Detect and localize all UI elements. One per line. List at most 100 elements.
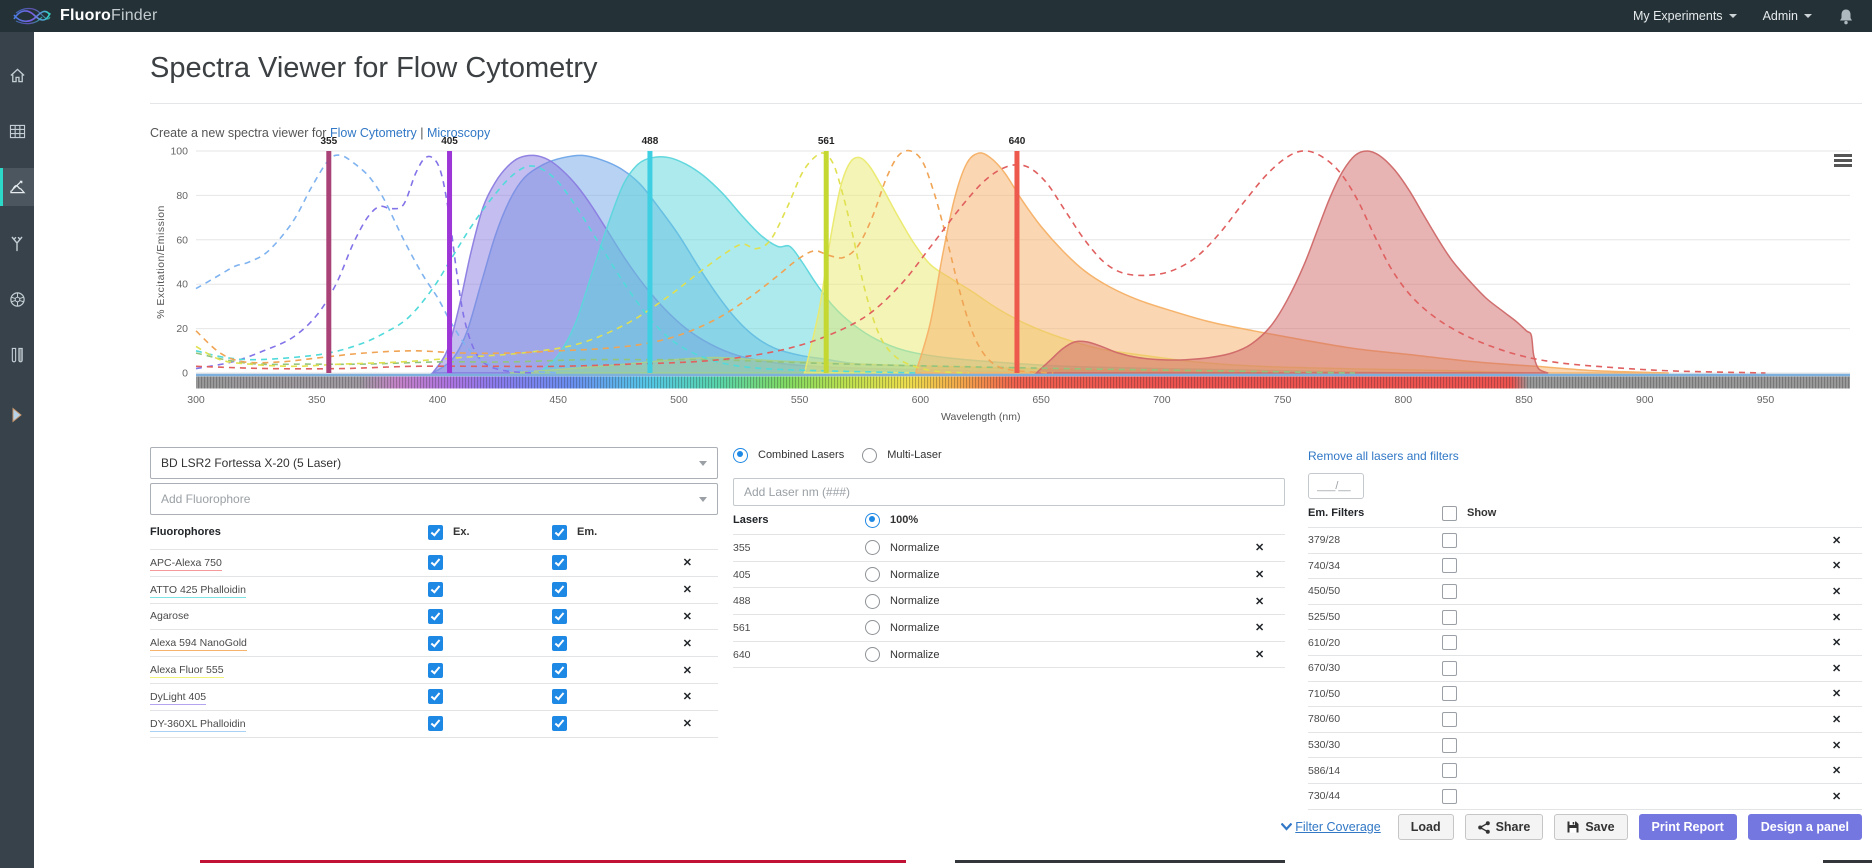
show-filter-checkbox[interactable]: [1442, 712, 1457, 727]
load-button[interactable]: Load: [1398, 814, 1454, 840]
sidebar-item-home[interactable]: [0, 56, 34, 94]
remove-fluorophore-button[interactable]: ✕: [683, 691, 692, 703]
sidebar-expand-toggle[interactable]: [0, 396, 34, 434]
em-checkbox[interactable]: [552, 582, 567, 597]
show-filter-checkbox[interactable]: [1442, 584, 1457, 599]
remove-filter-button[interactable]: ✕: [1832, 612, 1841, 624]
remove-filter-button[interactable]: ✕: [1832, 791, 1841, 803]
add-laser-input[interactable]: [733, 478, 1285, 506]
em-checkbox[interactable]: [552, 555, 567, 570]
remove-filter-button[interactable]: ✕: [1832, 663, 1841, 675]
filter-coverage-link[interactable]: Filter Coverage: [1281, 820, 1380, 834]
add-fluorophore-select[interactable]: Add Fluorophore: [150, 483, 718, 515]
remove-fluorophore-button[interactable]: ✕: [683, 557, 692, 569]
nav-my-experiments[interactable]: My Experiments: [1633, 9, 1737, 23]
em-checkbox[interactable]: [552, 716, 567, 731]
remove-fluorophore-button[interactable]: ✕: [683, 718, 692, 730]
normalize-radio[interactable]: [865, 647, 880, 662]
design-panel-button[interactable]: Design a panel: [1748, 814, 1862, 840]
filter-value: 530/30: [1308, 739, 1340, 751]
remove-laser-button[interactable]: ✕: [1255, 622, 1264, 634]
ex-checkbox[interactable]: [428, 636, 443, 651]
ex-all-checkbox[interactable]: [428, 525, 443, 540]
remove-filter-button[interactable]: ✕: [1832, 637, 1841, 649]
ex-checkbox[interactable]: [428, 716, 443, 731]
remove-fluorophore-button[interactable]: ✕: [683, 665, 692, 677]
save-button[interactable]: Save: [1554, 814, 1627, 840]
laser-nm-value: 640: [733, 649, 751, 661]
normalize-radio[interactable]: [865, 594, 880, 609]
load-label: Load: [1411, 820, 1441, 834]
remove-filter-button[interactable]: ✕: [1832, 740, 1841, 752]
show-filter-checkbox[interactable]: [1442, 635, 1457, 650]
combined-lasers-radio[interactable]: [733, 448, 748, 463]
ex-checkbox[interactable]: [428, 609, 443, 624]
em-checkbox[interactable]: [552, 609, 567, 624]
instrument-select[interactable]: BD LSR2 Fortessa X-20 (5 Laser): [150, 447, 718, 479]
filter-value: 525/50: [1308, 611, 1340, 623]
fluorophore-link[interactable]: Alexa 594 NanoGold: [150, 637, 247, 651]
show-filter-checkbox[interactable]: [1442, 610, 1457, 625]
expand-arrow-icon: [11, 407, 23, 423]
sidebar-item-plates[interactable]: [0, 112, 34, 150]
print-report-button[interactable]: Print Report: [1639, 814, 1737, 840]
remove-laser-button[interactable]: ✕: [1255, 569, 1264, 581]
show-filter-checkbox[interactable]: [1442, 533, 1457, 548]
fluorophore-link[interactable]: APC-Alexa 750: [150, 557, 222, 571]
show-filter-checkbox[interactable]: [1442, 558, 1457, 573]
remove-fluorophore-button[interactable]: ✕: [683, 638, 692, 650]
remove-filter-button[interactable]: ✕: [1832, 688, 1841, 700]
laser-100pct-radio[interactable]: [865, 513, 880, 528]
sidebar-item-panel-wheel[interactable]: [0, 280, 34, 318]
sidebar-item-spectra-viewer[interactable]: [0, 168, 34, 206]
em-all-checkbox[interactable]: [552, 525, 567, 540]
show-filter-checkbox[interactable]: [1442, 789, 1457, 804]
normalize-radio[interactable]: [865, 567, 880, 582]
ex-checkbox[interactable]: [428, 689, 443, 704]
ex-checkbox[interactable]: [428, 663, 443, 678]
remove-filter-button[interactable]: ✕: [1832, 586, 1841, 598]
fluorophore-row: APC-Alexa 750 ✕: [150, 549, 718, 576]
show-filter-checkbox[interactable]: [1442, 738, 1457, 753]
show-filter-checkbox[interactable]: [1442, 686, 1457, 701]
notifications-bell-icon[interactable]: [1838, 8, 1854, 25]
fluorophore-link[interactable]: DY-360XL Phalloidin: [150, 718, 246, 732]
remove-filter-button[interactable]: ✕: [1832, 714, 1841, 726]
fluorophore-link[interactable]: Agarose: [150, 610, 189, 624]
fluorophore-link[interactable]: DyLight 405: [150, 691, 206, 705]
em-checkbox[interactable]: [552, 663, 567, 678]
em-checkbox[interactable]: [552, 689, 567, 704]
ex-checkbox[interactable]: [428, 555, 443, 570]
remove-filter-button[interactable]: ✕: [1832, 535, 1841, 547]
remove-fluorophore-button[interactable]: ✕: [683, 584, 692, 596]
chart-menu-icon[interactable]: [1834, 154, 1852, 169]
ex-checkbox[interactable]: [428, 582, 443, 597]
normalize-radio[interactable]: [865, 620, 880, 635]
remove-laser-button[interactable]: ✕: [1255, 596, 1264, 608]
nav-admin[interactable]: Admin: [1763, 9, 1812, 23]
normalize-radio[interactable]: [865, 540, 880, 555]
action-bar: Filter Coverage Load Share Save Print Re…: [1281, 814, 1862, 840]
remove-laser-button[interactable]: ✕: [1255, 649, 1264, 661]
antibody-icon: [9, 235, 25, 252]
svg-text:300: 300: [187, 394, 205, 406]
partial-card-edge: [200, 860, 906, 863]
remove-filter-button[interactable]: ✕: [1832, 765, 1841, 777]
share-button[interactable]: Share: [1465, 814, 1544, 840]
brand-logo[interactable]: FluoroFinder: [0, 5, 158, 27]
show-filter-checkbox[interactable]: [1442, 763, 1457, 778]
remove-fluorophore-button[interactable]: ✕: [683, 611, 692, 623]
remove-filter-button[interactable]: ✕: [1832, 560, 1841, 572]
fluorophore-link[interactable]: ATTO 425 Phalloidin: [150, 584, 246, 598]
show-filter-checkbox[interactable]: [1442, 661, 1457, 676]
fluorophore-link[interactable]: Alexa Fluor 555: [150, 664, 224, 678]
svg-text:750: 750: [1274, 394, 1292, 406]
sidebar-item-reagents[interactable]: [0, 336, 34, 374]
remove-laser-button[interactable]: ✕: [1255, 542, 1264, 554]
remove-all-link[interactable]: Remove all lasers and filters: [1308, 449, 1459, 463]
multi-laser-radio[interactable]: [862, 448, 877, 463]
sidebar-item-antibody-search[interactable]: [0, 224, 34, 262]
add-filter-input[interactable]: [1308, 473, 1364, 499]
show-all-checkbox[interactable]: [1442, 506, 1457, 521]
em-checkbox[interactable]: [552, 636, 567, 651]
